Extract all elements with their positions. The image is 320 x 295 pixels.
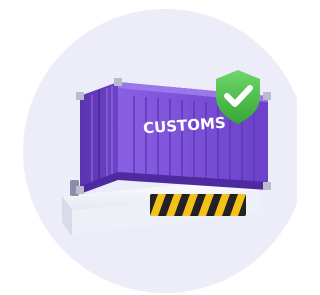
customs-illustration-frame: CUSTOMS xyxy=(0,0,297,295)
customs-container-illustration: CUSTOMS xyxy=(23,9,297,293)
hazard-stripes xyxy=(150,194,246,216)
